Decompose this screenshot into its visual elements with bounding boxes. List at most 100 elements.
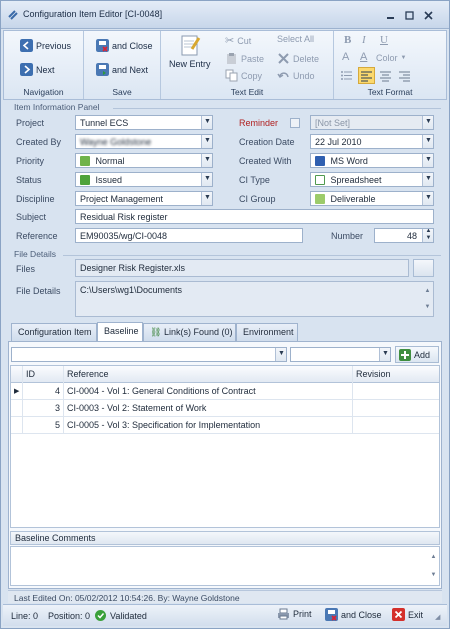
align-right-icon [399,71,410,82]
chevron-down-icon: ▼ [422,135,433,148]
save-and-next-button[interactable]: and Next [96,63,148,76]
row-id: 4 [23,383,64,400]
exit-button[interactable]: Exit [392,608,423,621]
tab-links-found[interactable]: ⛓ Link(s) Found (0) [143,323,236,341]
subject-field[interactable]: Residual Risk register [75,209,434,224]
new-entry-label: New Entry [169,59,211,69]
status-save-close-button[interactable]: and Close [325,608,382,621]
baseline-comments-field[interactable]: ▲ ▼ [10,546,440,586]
deliverable-icon [315,194,325,204]
priority-dropdown[interactable]: Normal ▼ [75,153,213,168]
reference-field[interactable]: EM90035/wg/CI-0048 [75,228,303,243]
align-center-button[interactable] [379,69,392,82]
close-icon [423,10,433,20]
delete-button[interactable]: Delete [277,52,319,65]
files-label: Files [16,264,36,274]
save-and-next-label: and Next [112,64,149,75]
save-and-close-button[interactable]: and Close [96,39,153,52]
app-link-icon [8,10,18,20]
created-with-dropdown[interactable]: MS Word ▼ [310,153,434,168]
select-all-label: Select All [277,34,315,44]
save-next-icon [96,63,109,76]
baseline-revision-dropdown[interactable]: ▼ [290,347,391,362]
reminder-dropdown[interactable]: [Not Set] ▼ [310,115,434,130]
align-right-button[interactable] [398,69,411,82]
created-by-dropdown[interactable]: Wayne Goldstone ▼ [75,134,213,149]
files-field[interactable]: Designer Risk Register.xls [75,259,409,277]
maximize-button[interactable] [403,9,415,21]
select-all-button[interactable]: Select All [277,34,314,44]
font-color-button[interactable]: A [360,51,367,63]
tab-baseline[interactable]: Baseline [97,322,143,341]
grid-header-row: ID Reference Revision [11,366,439,383]
link-icon: ⛓ [150,327,162,337]
reminder-label: Reminder [239,118,279,128]
add-icon [399,348,411,361]
tab-baseline-label: Baseline [104,326,139,336]
status-dropdown[interactable]: Issued ▼ [75,172,213,187]
minimize-icon [386,16,394,19]
font-grow-icon: A [342,51,350,63]
paste-button[interactable]: Paste [225,52,264,65]
tab-environment[interactable]: Environment [236,323,298,341]
reminder-checkbox[interactable] [290,118,300,128]
copy-button[interactable]: Copy [225,69,262,82]
print-button[interactable]: Print [277,608,312,620]
minimize-button[interactable] [384,9,396,21]
scissors-icon: ✂ [225,35,235,47]
cut-button[interactable]: ✂ Cut [225,34,251,47]
add-baseline-button[interactable]: Add [395,346,439,363]
creation-date-value: 22 Jul 2010 [315,137,362,147]
column-header-id[interactable]: ID [23,366,64,383]
browse-file-button[interactable] [413,259,434,277]
table-row[interactable]: 5 CI-0005 - Vol 3: Specification for Imp… [11,417,439,434]
save-close-icon [96,39,109,52]
subject-label: Subject [16,212,47,222]
ci-group-dropdown[interactable]: Deliverable ▼ [310,191,434,206]
chevron-down-icon: ▼ [422,173,433,186]
align-left-button[interactable] [358,67,375,84]
column-header-reference[interactable]: Reference [64,366,353,383]
row-revision [353,383,439,400]
color-dropdown[interactable]: Color ▼ [376,53,406,63]
tab-links-found-label: Link(s) Found (0) [163,327,233,337]
column-header-revision[interactable]: Revision [353,366,439,383]
discipline-dropdown[interactable]: Project Management ▼ [75,191,213,206]
chevron-down-icon: ▼ [201,154,212,167]
bullet-list-button[interactable] [340,69,353,82]
project-dropdown[interactable]: Tunnel ECS ▼ [75,115,213,130]
save-group-label: Save [112,87,132,97]
number-stepper[interactable]: 48 ▲ ▼ [374,228,434,243]
undo-button[interactable]: Undo [277,69,315,82]
new-entry-icon [181,35,201,56]
scrollbar[interactable]: ▲ ▼ [423,283,432,315]
resize-grip-icon[interactable]: ◢ [435,613,440,621]
section-divider [63,255,441,256]
grow-font-button[interactable]: A [342,51,349,63]
created-with-label: Created With [239,156,292,166]
current-row-indicator-icon: ▶ [11,383,23,400]
file-details-field[interactable]: C:\Users\wg1\Documents ▲ ▼ [75,281,434,317]
creation-date-picker[interactable]: 22 Jul 2010 ▼ [310,134,434,149]
next-button[interactable]: Next [20,63,55,76]
status-value: Issued [95,175,123,185]
tab-configuration-item[interactable]: Configuration Item [11,323,97,341]
new-entry-button[interactable]: New Entry [169,33,211,69]
paste-label: Paste [241,53,265,64]
italic-label: I [362,34,366,46]
baseline-item-dropdown[interactable]: ▼ [11,347,287,362]
spin-arrows-icon[interactable]: ▲ ▼ [422,229,433,242]
chevron-down-icon: ▼ [422,116,433,129]
row-indicator [11,400,23,417]
ci-type-dropdown[interactable]: Spreadsheet ▼ [310,172,434,187]
scrollbar[interactable]: ▲ ▼ [429,548,438,584]
bold-button[interactable]: B [344,34,351,46]
close-window-button[interactable] [422,9,434,21]
table-row[interactable]: ▶ 4 CI-0004 - Vol 1: General Conditions … [11,383,439,400]
tab-environment-label: Environment [243,327,294,337]
italic-button[interactable]: I [362,34,366,46]
table-row[interactable]: 3 CI-0003 - Vol 2: Statement of Work [11,400,439,417]
previous-button[interactable]: Previous [20,39,71,52]
font-color-icon: A [360,51,368,63]
underline-button[interactable]: U [380,34,388,46]
